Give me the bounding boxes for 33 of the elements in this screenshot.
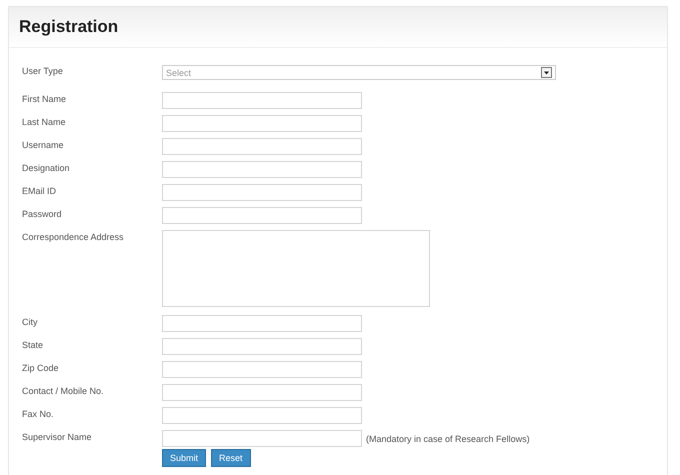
form-title: Registration [19, 17, 118, 37]
field-label: Zip Code [22, 362, 60, 373]
field-label: Password [22, 208, 63, 219]
field-label: User Type [22, 65, 64, 76]
field-label: Fax No. [22, 408, 55, 419]
field-label: City [22, 316, 38, 327]
input-field[interactable] [162, 338, 362, 355]
input-field[interactable] [162, 361, 362, 378]
field-label: Username [22, 139, 65, 150]
field-label: Last Name [22, 116, 67, 127]
input-field[interactable] [162, 161, 362, 178]
input-field[interactable] [162, 138, 362, 155]
input-field[interactable] [162, 92, 362, 109]
address-textarea[interactable] [162, 230, 430, 307]
input-field[interactable] [162, 207, 362, 224]
field-label: First Name [22, 93, 68, 104]
caret-icon [541, 67, 552, 78]
field-label: Correspondence Address [22, 231, 125, 242]
input-field[interactable] [162, 384, 362, 401]
form-button[interactable]: Reset [211, 449, 251, 467]
input-field[interactable] [162, 407, 362, 424]
input-field[interactable] [162, 315, 362, 332]
input-field[interactable] [162, 115, 362, 132]
input-field[interactable] [162, 184, 362, 201]
form-button[interactable]: Submit [162, 449, 206, 467]
field-label: State [22, 339, 44, 350]
field-note: (Mandatory in case of Research Fellows) [366, 433, 530, 444]
field-label: Supervisor Name [22, 431, 93, 442]
field-label: Designation [22, 162, 71, 173]
field-label: Contact / Mobile No. [22, 385, 105, 396]
input-field[interactable] [162, 430, 362, 447]
user-type-dropdown[interactable]: Select [162, 65, 556, 80]
field-label: EMail ID [22, 185, 58, 196]
